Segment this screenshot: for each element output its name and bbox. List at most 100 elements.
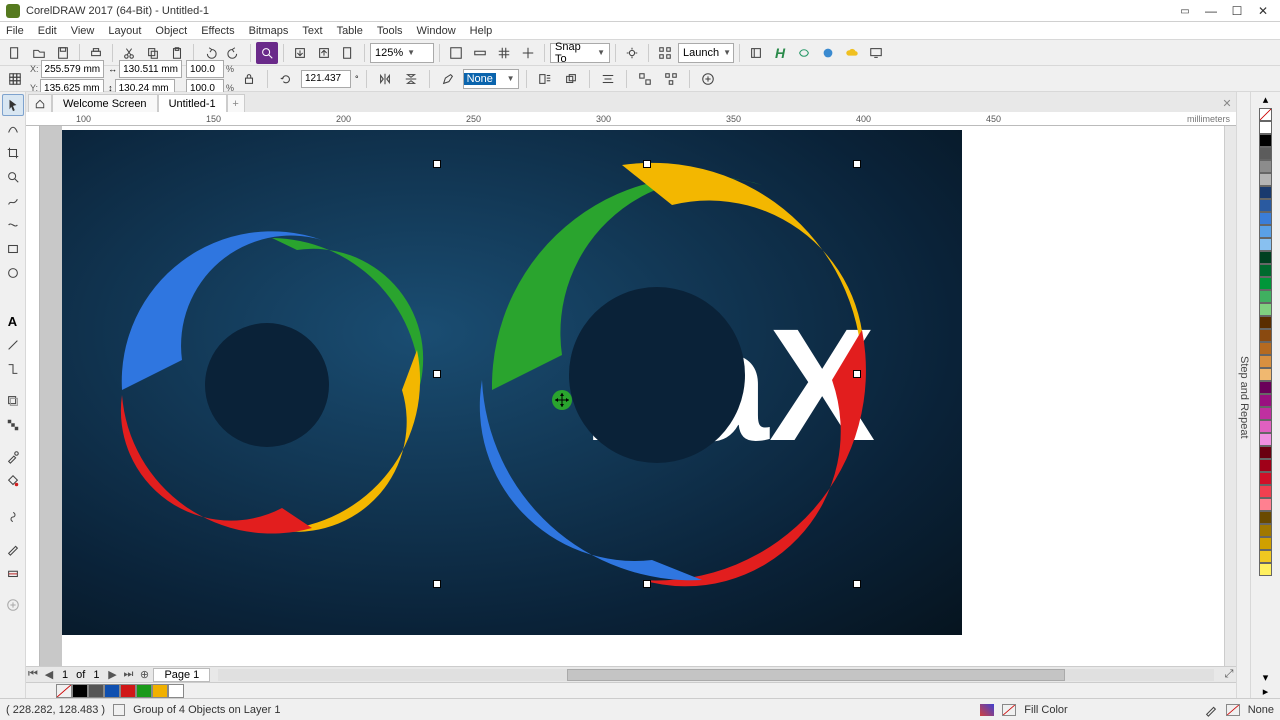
- pick-tool[interactable]: [2, 94, 24, 116]
- quick-customize-icon[interactable]: [2, 594, 24, 616]
- minimize-icon[interactable]: —: [1198, 2, 1224, 20]
- color-swatch[interactable]: [1259, 186, 1272, 199]
- color-swatch[interactable]: [1259, 433, 1272, 446]
- selection-handle-ne[interactable]: [853, 160, 861, 168]
- polygon-tool[interactable]: [2, 286, 24, 308]
- mirror-v-icon[interactable]: [400, 68, 422, 90]
- close-tabs-icon[interactable]: ✕: [1218, 94, 1236, 112]
- prev-page-icon[interactable]: ◀: [42, 668, 56, 682]
- doc-swatch[interactable]: [120, 684, 136, 698]
- color-swatch[interactable]: [1259, 160, 1272, 173]
- menu-object[interactable]: Object: [155, 25, 187, 37]
- horizontal-ruler[interactable]: 100 150 200 250 300 350 400 450 millimet…: [26, 112, 1236, 126]
- doc-swatch[interactable]: [72, 684, 88, 698]
- freehand-tool[interactable]: [2, 190, 24, 212]
- close-icon[interactable]: ✕: [1250, 2, 1276, 20]
- selection-handle-s[interactable]: [643, 580, 651, 588]
- color-swatch[interactable]: [1259, 147, 1272, 160]
- selection-handle-e[interactable]: [853, 370, 861, 378]
- parallel-dimension-tool[interactable]: [2, 334, 24, 356]
- color-swatch[interactable]: [1259, 342, 1272, 355]
- color-swatch[interactable]: [1259, 290, 1272, 303]
- color-swatch[interactable]: [1259, 472, 1272, 485]
- color-swatch[interactable]: [1259, 407, 1272, 420]
- new-tab-button[interactable]: +: [227, 94, 245, 112]
- shape-tool[interactable]: [2, 118, 24, 140]
- color-swatch[interactable]: [1259, 381, 1272, 394]
- color-swatch[interactable]: [1259, 355, 1272, 368]
- menu-bitmaps[interactable]: Bitmaps: [249, 25, 289, 37]
- vertical-ruler[interactable]: [26, 126, 40, 666]
- menu-table[interactable]: Table: [337, 25, 363, 37]
- color-swatch[interactable]: [1259, 498, 1272, 511]
- menu-view[interactable]: View: [71, 25, 95, 37]
- selection-handle-nw[interactable]: [433, 160, 441, 168]
- mirror-h-icon[interactable]: [374, 68, 396, 90]
- ellipse-tool[interactable]: [2, 262, 24, 284]
- no-color-swatch[interactable]: [56, 684, 72, 698]
- last-page-icon[interactable]: ⏭: [121, 668, 135, 682]
- outline-none-icon[interactable]: [1226, 704, 1240, 716]
- color-swatch[interactable]: [1259, 524, 1272, 537]
- selection-handle-w[interactable]: [433, 370, 441, 378]
- front-of-layer-icon[interactable]: [560, 68, 582, 90]
- app-launcher-icon[interactable]: [654, 42, 676, 64]
- artistic-media-tool[interactable]: [2, 214, 24, 236]
- ungroup-all-icon[interactable]: [660, 68, 682, 90]
- wrap-text-icon[interactable]: [534, 68, 556, 90]
- scale-x-input[interactable]: 100.0: [186, 60, 224, 78]
- color-swatch[interactable]: [1259, 238, 1272, 251]
- export-button[interactable]: [313, 42, 335, 64]
- snapto-combo[interactable]: Snap To▼: [550, 43, 610, 63]
- selection-handle-n[interactable]: [643, 160, 651, 168]
- maximize-icon[interactable]: ☐: [1224, 2, 1250, 20]
- workspace-icon[interactable]: [865, 42, 887, 64]
- object-w-input[interactable]: 130.511 mm: [119, 60, 182, 78]
- corel-capture-icon[interactable]: [793, 42, 815, 64]
- import-button[interactable]: [289, 42, 311, 64]
- connect-icon[interactable]: [745, 42, 767, 64]
- color-swatch[interactable]: [1259, 420, 1272, 433]
- menu-tools[interactable]: Tools: [377, 25, 403, 37]
- color-swatch[interactable]: [1259, 446, 1272, 459]
- add-preset-icon[interactable]: [697, 68, 719, 90]
- next-page-icon[interactable]: ▶: [105, 668, 119, 682]
- publish-pdf-button[interactable]: [337, 42, 359, 64]
- lock-ratio-icon[interactable]: [238, 68, 260, 90]
- zoom-tool[interactable]: [2, 166, 24, 188]
- options-button[interactable]: [621, 42, 643, 64]
- menu-file[interactable]: File: [6, 25, 24, 37]
- transparency-tool[interactable]: [2, 414, 24, 436]
- add-page-icon[interactable]: ⊕: [137, 668, 151, 682]
- color-swatch[interactable]: [1259, 368, 1272, 381]
- page-tab[interactable]: Page 1: [153, 668, 210, 682]
- home-tab-icon[interactable]: [28, 94, 52, 112]
- color-swatch[interactable]: [1259, 563, 1272, 576]
- search-button[interactable]: [256, 42, 278, 64]
- align-icon[interactable]: [597, 68, 619, 90]
- new-button[interactable]: [4, 42, 26, 64]
- color-swatch[interactable]: [1259, 225, 1272, 238]
- navigator-popup-icon[interactable]: ⤢: [1222, 668, 1236, 682]
- color-swatch[interactable]: [1259, 251, 1272, 264]
- palette-scroll-up-icon[interactable]: ▴: [1251, 92, 1280, 106]
- smart-fill-tool[interactable]: [2, 506, 24, 528]
- canvas[interactable]: naX: [40, 126, 1224, 666]
- docker-step-repeat[interactable]: Step and Repeat: [1238, 356, 1250, 439]
- doc-swatch[interactable]: [104, 684, 120, 698]
- font-manager-icon[interactable]: H: [769, 42, 791, 64]
- edit-fill-tool[interactable]: [2, 562, 24, 584]
- drawing[interactable]: naX: [62, 130, 962, 635]
- first-page-icon[interactable]: ⏮: [26, 668, 40, 682]
- object-x-input[interactable]: 255.579 mm: [41, 60, 105, 78]
- zoom-combo[interactable]: 125%▼: [370, 43, 434, 63]
- menu-text[interactable]: Text: [302, 25, 322, 37]
- eyedropper-tool[interactable]: [2, 446, 24, 468]
- color-swatch[interactable]: [1259, 277, 1272, 290]
- launch-combo[interactable]: Launch▼: [678, 43, 734, 63]
- palette-flyout-icon[interactable]: ▸: [1251, 684, 1280, 698]
- crop-tool[interactable]: [2, 142, 24, 164]
- restore-icon[interactable]: ▭: [1172, 2, 1198, 20]
- status-proof-icon[interactable]: [113, 704, 125, 716]
- color-swatch[interactable]: [1259, 485, 1272, 498]
